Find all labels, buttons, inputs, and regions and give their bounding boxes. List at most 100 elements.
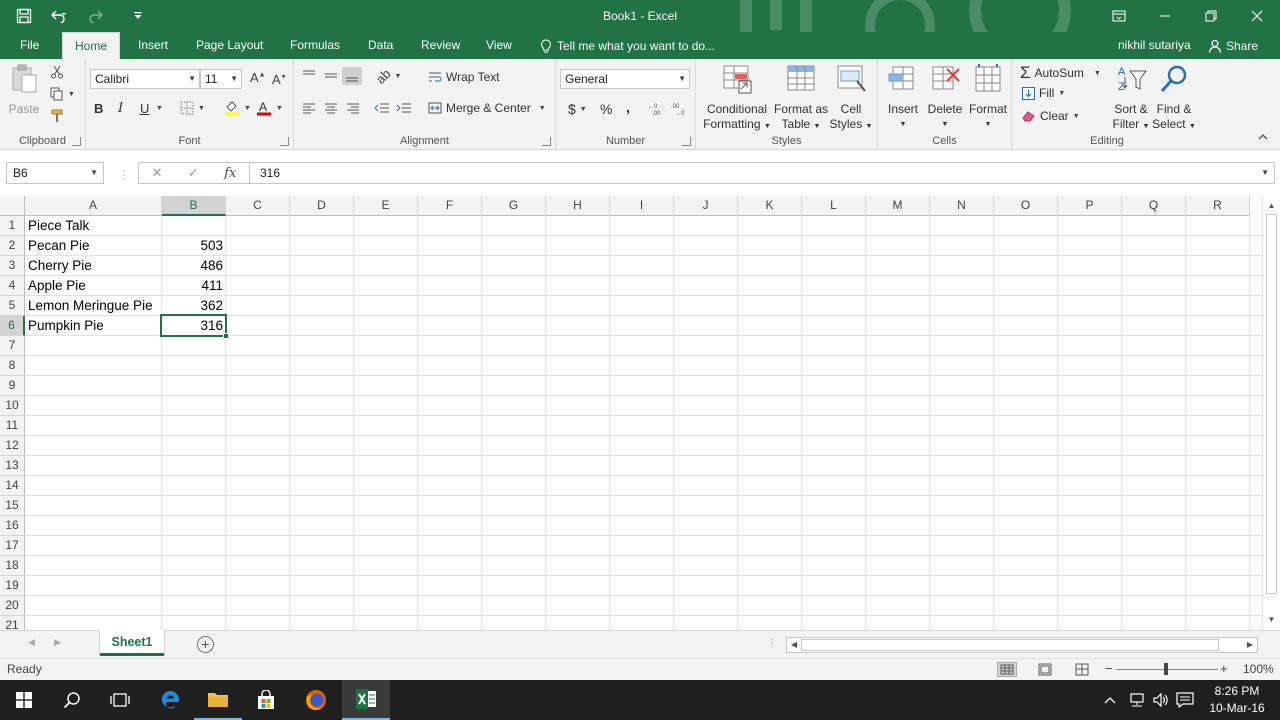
column-header-j[interactable]: J xyxy=(674,196,738,216)
insert-cells-button[interactable]: Insert ▼ xyxy=(882,63,924,132)
firefox-button[interactable] xyxy=(292,680,340,720)
decrease-font-button[interactable]: A▼ xyxy=(272,72,287,87)
row-header-17[interactable]: 17 xyxy=(0,536,25,556)
number-format-combo[interactable]: General ▼ xyxy=(560,69,690,89)
row-header-16[interactable]: 16 xyxy=(0,516,25,536)
cell-b2[interactable]: 503 xyxy=(162,236,226,256)
horizontal-scrollbar[interactable]: ◀ ▶ xyxy=(786,637,1258,653)
share-button[interactable]: Share xyxy=(1208,32,1258,59)
cell-styles-button[interactable]: Cell Styles ▼ xyxy=(826,63,876,134)
column-header-e[interactable]: E xyxy=(354,196,418,216)
cell-a5[interactable]: Lemon Meringue Pie xyxy=(25,296,162,316)
cell-a6[interactable]: Pumpkin Pie xyxy=(25,316,162,336)
row-header-19[interactable]: 19 xyxy=(0,576,25,596)
column-header-n[interactable]: N xyxy=(930,196,994,216)
row-header-6[interactable]: 6 xyxy=(0,316,25,336)
network-button[interactable] xyxy=(1128,680,1146,720)
copy-button[interactable]: ▼ xyxy=(50,87,75,101)
cell-b5[interactable]: 362 xyxy=(162,296,226,316)
task-view-button[interactable] xyxy=(96,680,144,720)
ribbon-display-options-button[interactable] xyxy=(1096,0,1142,32)
prev-sheet-icon[interactable]: ◀ xyxy=(28,637,35,648)
font-size-combo[interactable]: 11 ▼ xyxy=(200,69,242,89)
cell-a1[interactable]: Piece Talk xyxy=(25,216,162,236)
align-center-button[interactable] xyxy=(324,102,338,114)
currency-button[interactable]: $ ▼ xyxy=(568,101,587,117)
minimize-button[interactable] xyxy=(1142,0,1188,32)
sheet-tab-sheet1[interactable]: Sheet1 xyxy=(100,630,164,656)
column-header-m[interactable]: M xyxy=(866,196,930,216)
enter-icon[interactable]: ✓ xyxy=(188,165,199,181)
clipboard-launcher[interactable] xyxy=(72,137,81,146)
row-header-11[interactable]: 11 xyxy=(0,416,25,436)
store-button[interactable] xyxy=(242,680,290,720)
scroll-left-icon[interactable]: ◀ xyxy=(787,638,801,652)
zoom-level[interactable]: 100% xyxy=(1243,662,1274,676)
row-header-14[interactable]: 14 xyxy=(0,476,25,496)
sort-filter-button[interactable]: AZ Sort & Filter ▼ xyxy=(1110,63,1152,134)
column-header-a[interactable]: A xyxy=(25,196,162,216)
tab-page-layout[interactable]: Page Layout xyxy=(184,32,275,59)
tab-home[interactable]: Home xyxy=(62,32,121,59)
taskbar-clock[interactable]: 8:26 PM 10-Mar-16 xyxy=(1206,683,1268,717)
show-hidden-icons-button[interactable] xyxy=(1104,680,1116,720)
fill-color-button[interactable]: ▼ xyxy=(224,100,251,116)
middle-align-button[interactable] xyxy=(324,69,338,81)
align-right-button[interactable] xyxy=(346,102,360,114)
select-all-corner[interactable] xyxy=(0,196,25,216)
tab-insert[interactable]: Insert xyxy=(126,32,180,59)
tell-me-box[interactable]: Tell me what you want to do... xyxy=(540,32,715,59)
delete-cells-button[interactable]: Delete ▼ xyxy=(924,63,966,132)
column-header-g[interactable]: G xyxy=(482,196,546,216)
clear-button[interactable]: Clear ▼ xyxy=(1022,109,1080,123)
redo-button[interactable] xyxy=(84,2,118,30)
row-header-2[interactable]: 2 xyxy=(0,236,25,256)
customize-toolbar-button[interactable] xyxy=(124,2,152,30)
increase-decimal-button[interactable]: ←0.00 xyxy=(648,102,666,116)
borders-button[interactable]: ▼ xyxy=(180,101,205,115)
undo-button[interactable] xyxy=(44,2,78,30)
next-sheet-icon[interactable]: ▶ xyxy=(54,637,61,648)
edge-app-button[interactable] xyxy=(146,680,194,720)
merge-center-button[interactable]: Merge & Center ▼ xyxy=(428,101,546,115)
font-color-button[interactable]: A ▼ xyxy=(256,100,283,116)
cell-b4[interactable]: 411 xyxy=(162,276,226,296)
zoom-slider-knob[interactable] xyxy=(1164,663,1168,675)
tab-review[interactable]: Review xyxy=(409,32,472,59)
horizontal-scroll-thumb[interactable] xyxy=(801,639,1219,651)
page-layout-view-button[interactable] xyxy=(1035,662,1055,677)
column-header-r[interactable]: R xyxy=(1186,196,1250,216)
row-header-1[interactable]: 1 xyxy=(0,216,25,236)
fill-button[interactable]: Fill ▼ xyxy=(1022,86,1065,100)
splitter-dots-icon[interactable]: ⋮ xyxy=(767,638,777,649)
row-header-4[interactable]: 4 xyxy=(0,276,25,296)
zoom-out-button[interactable]: − xyxy=(1105,661,1113,676)
action-center-button[interactable] xyxy=(1176,680,1194,720)
format-painter-button[interactable] xyxy=(50,109,64,123)
file-explorer-button[interactable] xyxy=(194,680,242,720)
cell-a2[interactable]: Pecan Pie xyxy=(25,236,162,256)
font-name-combo[interactable]: Calibri ▼ xyxy=(90,69,200,89)
paste-button[interactable]: Paste xyxy=(6,63,42,117)
tab-data[interactable]: Data xyxy=(356,32,405,59)
page-break-view-button[interactable] xyxy=(1072,662,1092,677)
column-header-b[interactable]: B xyxy=(162,196,226,216)
format-cells-button[interactable]: Format ▼ xyxy=(966,63,1010,132)
column-header-p[interactable]: P xyxy=(1058,196,1122,216)
format-as-table-button[interactable]: Format as Table ▼ xyxy=(772,63,830,134)
row-header-20[interactable]: 20 xyxy=(0,596,25,616)
column-header-h[interactable]: H xyxy=(546,196,610,216)
cell-a3[interactable]: Cherry Pie xyxy=(25,256,162,276)
row-header-12[interactable]: 12 xyxy=(0,436,25,456)
zoom-in-button[interactable]: + xyxy=(1220,661,1228,676)
decrease-indent-button[interactable] xyxy=(374,102,390,114)
scroll-down-icon[interactable]: ▼ xyxy=(1263,612,1280,628)
column-header-f[interactable]: F xyxy=(418,196,482,216)
row-header-21[interactable]: 21 xyxy=(0,616,25,630)
vertical-scrollbar[interactable]: ▲ ▼ xyxy=(1262,196,1280,630)
tab-view[interactable]: View xyxy=(474,32,524,59)
bottom-align-button[interactable] xyxy=(342,67,362,85)
column-header-i[interactable]: I xyxy=(610,196,674,216)
alignment-launcher[interactable] xyxy=(542,137,551,146)
restore-button[interactable] xyxy=(1188,0,1234,32)
